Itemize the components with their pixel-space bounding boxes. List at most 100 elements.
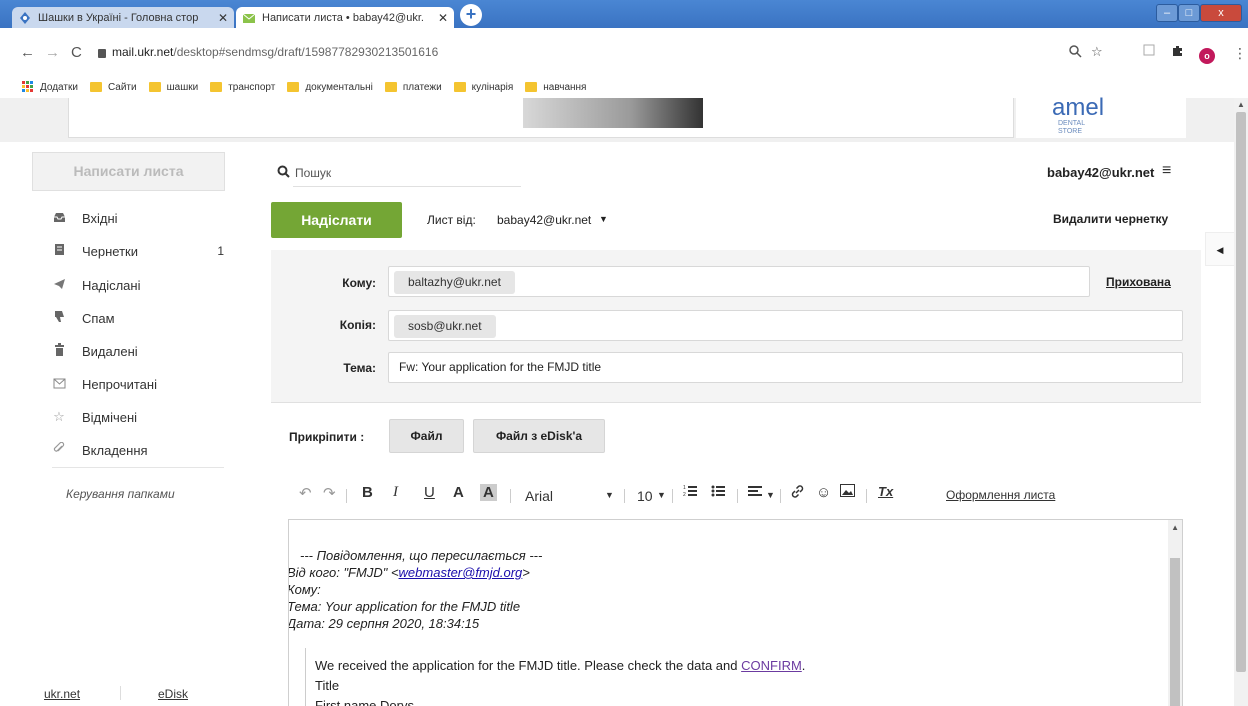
reload-button[interactable]: C [71,44,82,61]
attachment-icon [52,441,66,458]
cc-chip[interactable]: sosb@ukr.net [394,315,496,338]
footer-link-ukrnet[interactable]: ukr.net [44,687,80,701]
new-tab-button[interactable]: + [460,4,482,26]
compose-button[interactable]: Написати листа [32,152,225,191]
zoom-icon[interactable] [1068,44,1082,61]
bookmark-folder[interactable]: шашки [148,82,198,93]
folder-spam[interactable]: Спам [52,308,224,328]
delete-draft-button[interactable]: Видалити чернетку [1053,212,1168,226]
link-icon[interactable] [790,484,805,503]
editor-scrollbar[interactable]: ▲ [1168,520,1182,706]
redo-icon[interactable]: ↷ [323,484,336,502]
folder-icon [525,82,538,92]
search-input[interactable] [293,160,521,187]
underline-button[interactable]: U [424,484,435,501]
search-icon [277,165,290,181]
browser-tab-compose[interactable]: Написати листа • babay42@ukr. ✕ [236,7,454,28]
profile-avatar[interactable]: o [1199,48,1215,64]
url-field[interactable]: mail.ukr.net/desktop#sendmsg/draft/15987… [112,45,438,59]
image-icon[interactable] [840,484,855,501]
undo-icon[interactable]: ↶ [299,484,312,502]
forward-subject-line: Тема: Your application for the FMJD titl… [288,599,521,614]
folder-icon [287,82,300,92]
from-select[interactable]: babay42@ukr.net [497,213,591,227]
caret-down-icon[interactable]: ▼ [605,490,614,500]
subject-field[interactable]: Fw: Your application for the FMJD title [388,352,1183,383]
tab-close-icon[interactable]: ✕ [438,11,448,25]
folder-trash[interactable]: Видалені [52,341,224,361]
body-text-end: . [801,658,806,673]
attach-file-button[interactable]: Файл [389,419,464,453]
footer-divider [120,686,121,700]
bookmark-folder[interactable]: транспорт [210,82,275,93]
confirm-link[interactable]: CONFIRM [741,658,802,673]
caret-down-icon[interactable]: ▼ [657,490,666,500]
bookmark-apps[interactable]: Додатки [22,81,78,93]
window-close-button[interactable]: x [1200,4,1242,22]
editor-scrollbar-thumb[interactable] [1170,558,1180,706]
folder-sent[interactable]: Надіслані [52,275,224,295]
page-scrollbar-thumb[interactable] [1236,112,1246,672]
puzzle-extensions-icon[interactable] [1171,44,1184,60]
folder-starred[interactable]: ☆ Відмічені [52,407,224,427]
svg-text:1: 1 [683,485,686,491]
cc-field[interactable]: sosb@ukr.net [388,310,1183,341]
bookmark-label: документальні [305,81,373,93]
bcc-toggle[interactable]: Прихована [1106,275,1171,289]
emoji-icon[interactable]: ☺ [816,484,831,501]
font-family-select[interactable]: Arial [525,488,553,504]
folder-inbox[interactable]: Вхідні [52,208,224,228]
manage-folders-link[interactable]: Керування папками [66,487,175,501]
folder-label: Вкладення [82,442,148,458]
hamburger-menu-icon[interactable]: ≡ [1162,162,1171,180]
bookmark-label: кулінарія [471,81,514,93]
caret-down-icon[interactable]: ▼ [599,214,608,224]
bold-button[interactable]: B [362,484,373,501]
email-design-link[interactable]: Оформлення листа [946,488,1055,502]
quoted-body-line: We received the application for the FMJD… [315,658,805,673]
sender-email-link[interactable]: webmaster@fmjd.org [399,565,523,580]
numbered-list-icon[interactable]: 12 [683,484,698,502]
bookmark-folder[interactable]: Сайти [89,82,137,93]
window-maximize-button[interactable]: □ [1178,4,1200,22]
background-color-button[interactable]: A [480,484,497,501]
footer-link-edisk[interactable]: eDisk [158,687,188,701]
bookmark-star-icon[interactable]: ☆ [1091,44,1103,60]
side-panel-toggle[interactable]: ◀ [1205,232,1234,266]
attach-edisk-button[interactable]: Файл з eDisk'а [473,419,605,453]
forward-button[interactable]: → [45,44,60,61]
folder-icon [384,82,397,92]
folder-attachments[interactable]: Вкладення [52,440,224,460]
bookmark-folder[interactable]: платежи [384,82,442,93]
font-size-select[interactable]: 10 [637,488,653,504]
message-editor[interactable]: --- Повідомлення, що пересилається --- В… [288,519,1183,706]
back-button[interactable]: ← [20,44,35,61]
to-field[interactable]: baltazhy@ukr.net [388,266,1090,297]
browser-menu-icon[interactable]: ⋮ [1233,45,1247,62]
folder-unread[interactable]: Непрочитані [52,374,224,394]
bookmark-folder[interactable]: навчання [525,82,586,93]
clear-format-icon[interactable]: Tx [878,484,893,499]
folder-icon [148,82,161,92]
diamond-favicon-icon [18,11,32,25]
browser-tab-shashky[interactable]: Шашки в Україні - Головна стор ✕ [12,7,234,28]
window-minimize-button[interactable]: – [1156,4,1178,22]
tab-close-icon[interactable]: ✕ [218,11,228,25]
ad-banner[interactable] [68,98,1014,138]
send-button[interactable]: Надіслати [271,202,402,238]
align-icon[interactable] [748,484,763,502]
bulleted-list-icon[interactable] [711,484,726,502]
caret-down-icon[interactable]: ▼ [766,490,775,500]
scroll-up-icon[interactable]: ▲ [1171,523,1179,532]
bookmark-folder[interactable]: документальні [287,82,373,93]
user-email[interactable]: babay42@ukr.net [1047,165,1154,180]
scroll-up-icon[interactable]: ▲ [1237,100,1245,109]
folder-drafts[interactable]: Чернетки 1 [52,241,224,261]
text-color-button[interactable]: A [453,484,464,501]
bookmark-folder[interactable]: кулінарія [453,81,514,93]
italic-button[interactable]: I [393,484,398,501]
folder-label: Видалені [82,343,138,359]
recipient-chip[interactable]: baltazhy@ukr.net [394,271,515,294]
toolbar-divider [624,489,625,503]
extension-icon[interactable] [1143,44,1155,59]
